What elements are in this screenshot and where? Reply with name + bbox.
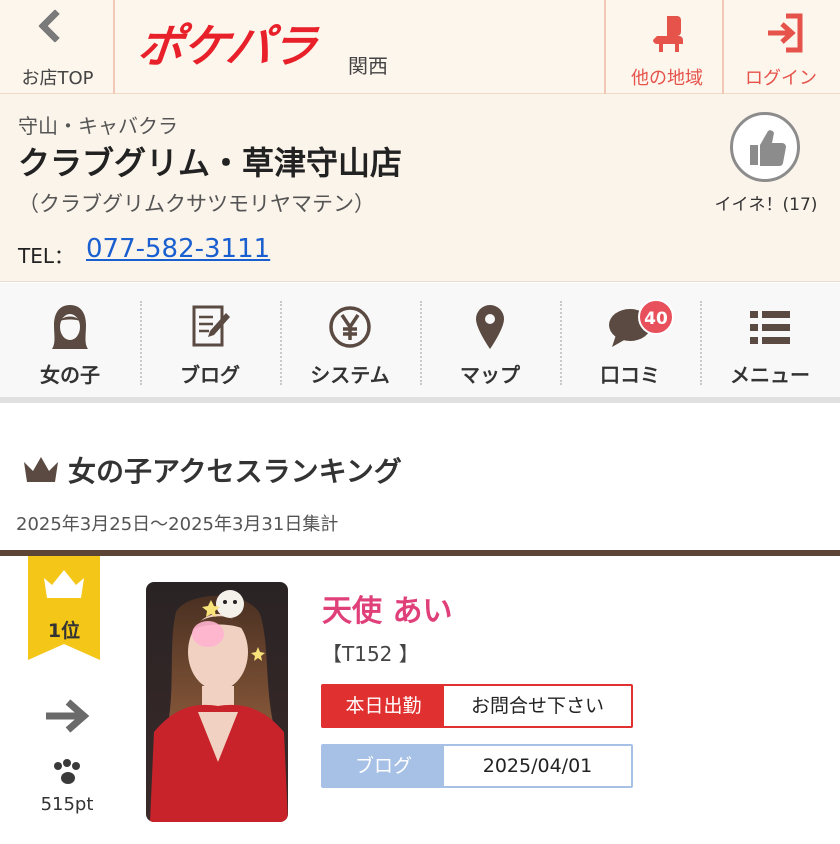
shop-kana: （クラブグリムクサツモリヤマテン） <box>18 192 375 216</box>
girl-name[interactable]: 天使 あい <box>322 586 452 630</box>
login-button[interactable]: ログイン <box>722 0 840 94</box>
back-to-shop-top-button[interactable]: お店TOP <box>0 0 115 94</box>
nav-item-reviews[interactable]: 40 口コミ <box>560 283 700 397</box>
nav-label: 女の子 <box>40 363 100 387</box>
nav-item-girls[interactable]: 女の子 <box>0 283 140 397</box>
rank-ribbon-icon <box>28 556 100 660</box>
shop-category: 守山・キャバクラ <box>18 114 178 138</box>
site-logo[interactable]: ポケパラ <box>135 18 320 74</box>
like-count-label: イイネ！(17) <box>714 195 818 215</box>
nav-label: 口コミ <box>600 363 660 387</box>
top-header: お店TOP ポケパラ 関西 他の地域 ログイン <box>0 0 840 94</box>
tel-link[interactable]: 077-582-3111 <box>86 234 270 264</box>
blog-box[interactable]: ブログ 2025/04/01 <box>321 744 633 788</box>
blog-label: ブログ <box>323 746 444 786</box>
nav-label: マップ <box>460 363 520 387</box>
login-label: ログイン <box>745 68 817 89</box>
shop-info: 守山・キャバクラ クラブグリム・草津守山店 （クラブグリムクサツモリヤマテン） … <box>0 94 840 282</box>
back-label: お店TOP <box>21 68 94 89</box>
yen-icon <box>329 306 371 348</box>
nav-label: メニュー <box>730 363 810 387</box>
blog-date: 2025/04/01 <box>482 755 593 777</box>
girl-size: 【T152 】 <box>322 642 419 666</box>
nav-item-system[interactable]: システム <box>280 283 420 397</box>
girl-photo[interactable] <box>146 582 288 822</box>
girl-icon <box>52 305 88 349</box>
ranking-divider <box>0 550 840 556</box>
ranking-title: 女の子アクセスランキング <box>68 455 402 488</box>
header-divider <box>604 0 606 94</box>
review-count-badge: 40 <box>638 299 674 335</box>
like-button[interactable]: イイネ！(17) <box>704 110 828 220</box>
ranking-period: 2025年3月25日～2025年3月31日集計 <box>16 514 339 535</box>
blog-icon <box>192 305 230 347</box>
shop-name: クラブグリム・草津守山店 <box>18 144 403 182</box>
crown-icon <box>24 457 58 482</box>
thumbs-up-icon <box>730 112 800 182</box>
other-area-label: 他の地域 <box>631 68 703 89</box>
nav-item-menu[interactable]: メニュー <box>700 283 840 397</box>
map-pin-icon <box>476 305 504 349</box>
nav-item-map[interactable]: マップ <box>420 283 560 397</box>
arrow-right-icon <box>46 699 90 733</box>
menu-list-icon <box>750 311 790 344</box>
work-status-box: 本日出勤 お問合せ下さい <box>321 684 633 728</box>
nav-item-blog[interactable]: ブログ <box>140 283 280 397</box>
work-status-label: 本日出勤 <box>323 686 444 726</box>
region-label: 関西 <box>348 54 388 78</box>
other-area-button[interactable]: 他の地域 <box>608 0 726 94</box>
login-icon <box>768 13 803 53</box>
shop-nav: 女の子 ブログ システム マップ 40 口コミ メニュー <box>0 283 840 403</box>
points-label: 515pt <box>40 794 94 815</box>
seat-icon <box>653 16 683 52</box>
nav-label: システム <box>310 363 390 387</box>
rank-label: 1位 <box>47 620 81 642</box>
tel-label: TEL： <box>18 244 74 268</box>
logo-text: ポケパラ <box>135 19 320 73</box>
work-status-value: お問合せ下さい <box>470 695 604 717</box>
nav-label: ブログ <box>180 363 240 387</box>
chevron-left-icon <box>38 9 72 43</box>
paw-icon <box>54 759 80 784</box>
